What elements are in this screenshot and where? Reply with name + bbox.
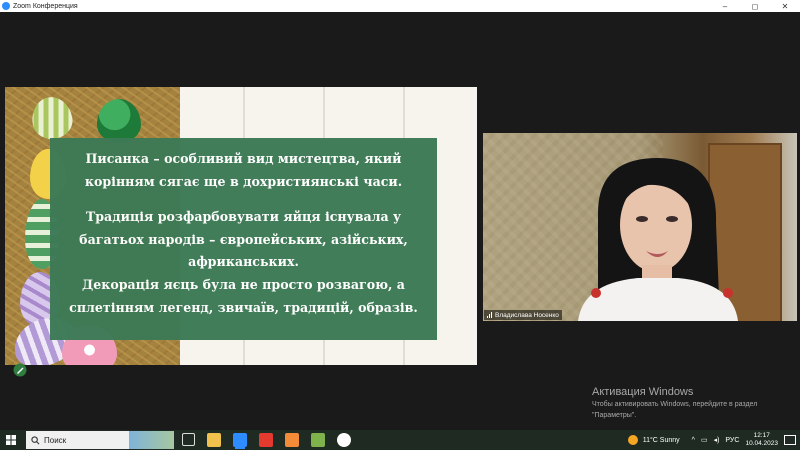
easter-egg <box>28 93 76 143</box>
file-explorer-icon[interactable] <box>207 433 221 447</box>
chevron-up-icon[interactable]: ^ <box>692 437 695 444</box>
taskbar-search-box[interactable]: Поиск <box>26 431 174 449</box>
task-view-icon[interactable] <box>182 433 195 446</box>
activation-line-2: "Параметры". <box>592 412 637 419</box>
easter-egg <box>97 99 141 143</box>
zoom-app-icon <box>2 2 10 10</box>
slide-paragraph-3: Декорація яєць була не просто розвагою, … <box>69 276 418 315</box>
yandex-browser-icon[interactable] <box>337 433 351 447</box>
title-bar: Zoom Конференция – ◻ ✕ <box>0 0 800 12</box>
notifications-icon[interactable] <box>784 435 796 445</box>
window-title: Zoom Конференция <box>13 2 78 10</box>
search-icon <box>31 435 40 444</box>
network-icon[interactable]: ▭ <box>701 436 708 444</box>
annotate-pen-icon[interactable] <box>13 363 27 377</box>
clock-time: 12:17 <box>753 432 770 439</box>
yandex-icon[interactable] <box>259 433 273 447</box>
participant-video[interactable]: Владислава Носенко <box>483 133 797 321</box>
app-orange-icon[interactable] <box>285 433 299 447</box>
taskbar: Поиск 11°C Sunny ^ ▭ ◂) РУС 12:17 10.04.… <box>0 430 800 450</box>
close-button[interactable]: ✕ <box>770 0 800 12</box>
window-controls: – ◻ ✕ <box>710 0 800 12</box>
minimize-button[interactable]: – <box>710 0 740 12</box>
system-tray: 11°C Sunny ^ ▭ ◂) РУС 12:17 10.04.2023 <box>627 430 800 450</box>
clock-date: 10.04.2023 <box>745 440 778 447</box>
clock[interactable]: 12:17 10.04.2023 <box>745 432 778 448</box>
zoom-taskbar-icon[interactable] <box>233 433 247 447</box>
meeting-area: Писанка – особливий вид мистецтва, який … <box>0 12 800 430</box>
start-button[interactable] <box>0 430 22 450</box>
language-indicator[interactable]: РУС <box>725 437 739 444</box>
windows-activation-watermark: Активация Windows Чтобы активировать Win… <box>592 386 757 420</box>
windows-logo-icon <box>6 435 16 445</box>
sun-icon <box>627 435 638 445</box>
activation-title: Активация Windows <box>592 386 694 398</box>
app-green-icon[interactable] <box>311 433 325 447</box>
participant-person-image <box>578 158 738 321</box>
activation-line-1: Чтобы активировать Windows, перейдите в … <box>592 401 758 408</box>
weather-text[interactable]: 11°C Sunny <box>643 437 680 444</box>
volume-icon[interactable]: ◂) <box>714 436 720 444</box>
participant-name-tag: Владислава Носенко <box>484 310 562 320</box>
shared-slide: Писанка – особливий вид мистецтва, який … <box>5 87 477 365</box>
participant-name: Владислава Носенко <box>495 311 559 319</box>
slide-paragraph-2: Традиція розфарбовувати яйця існувала у … <box>79 209 408 270</box>
slide-text-card: Писанка – особливий вид мистецтва, який … <box>50 138 437 340</box>
search-placeholder: Поиск <box>44 435 67 445</box>
signal-strength-icon <box>487 312 492 318</box>
slide-paragraph-1: Писанка – особливий вид мистецтва, який … <box>84 151 403 189</box>
maximize-button[interactable]: ◻ <box>740 0 770 12</box>
search-highlight-image <box>129 431 174 449</box>
